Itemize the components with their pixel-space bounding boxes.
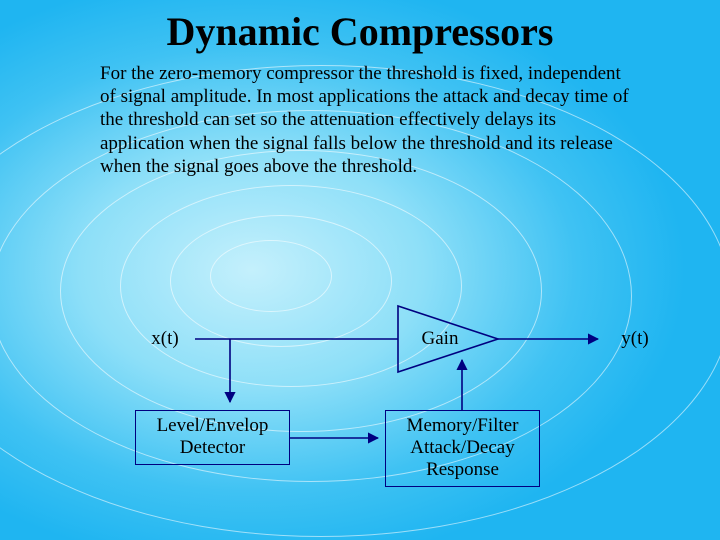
- bg-ring-icon: [170, 215, 392, 347]
- filter-line3: Response: [426, 459, 499, 480]
- detector-line1: Level/Envelop: [157, 415, 269, 436]
- filter-line2: Attack/Decay: [410, 437, 514, 458]
- output-label: y(t): [610, 328, 660, 350]
- filter-block: Memory/Filter Attack/Decay Response: [385, 410, 540, 487]
- detector-line2: Detector: [180, 437, 245, 458]
- bg-ring-icon: [210, 240, 332, 312]
- bg-ring-icon: [60, 150, 542, 432]
- gain-label: Gain: [410, 328, 470, 350]
- filter-line1: Memory/Filter: [407, 415, 519, 436]
- input-label: x(t): [140, 328, 190, 350]
- body-paragraph: For the zero-memory compressor the thres…: [100, 62, 640, 178]
- bg-ring-icon: [120, 185, 462, 387]
- slide-title: Dynamic Compressors: [0, 8, 720, 55]
- slide: Dynamic Compressors For the zero-memory …: [0, 0, 720, 540]
- detector-block: Level/Envelop Detector: [135, 410, 290, 465]
